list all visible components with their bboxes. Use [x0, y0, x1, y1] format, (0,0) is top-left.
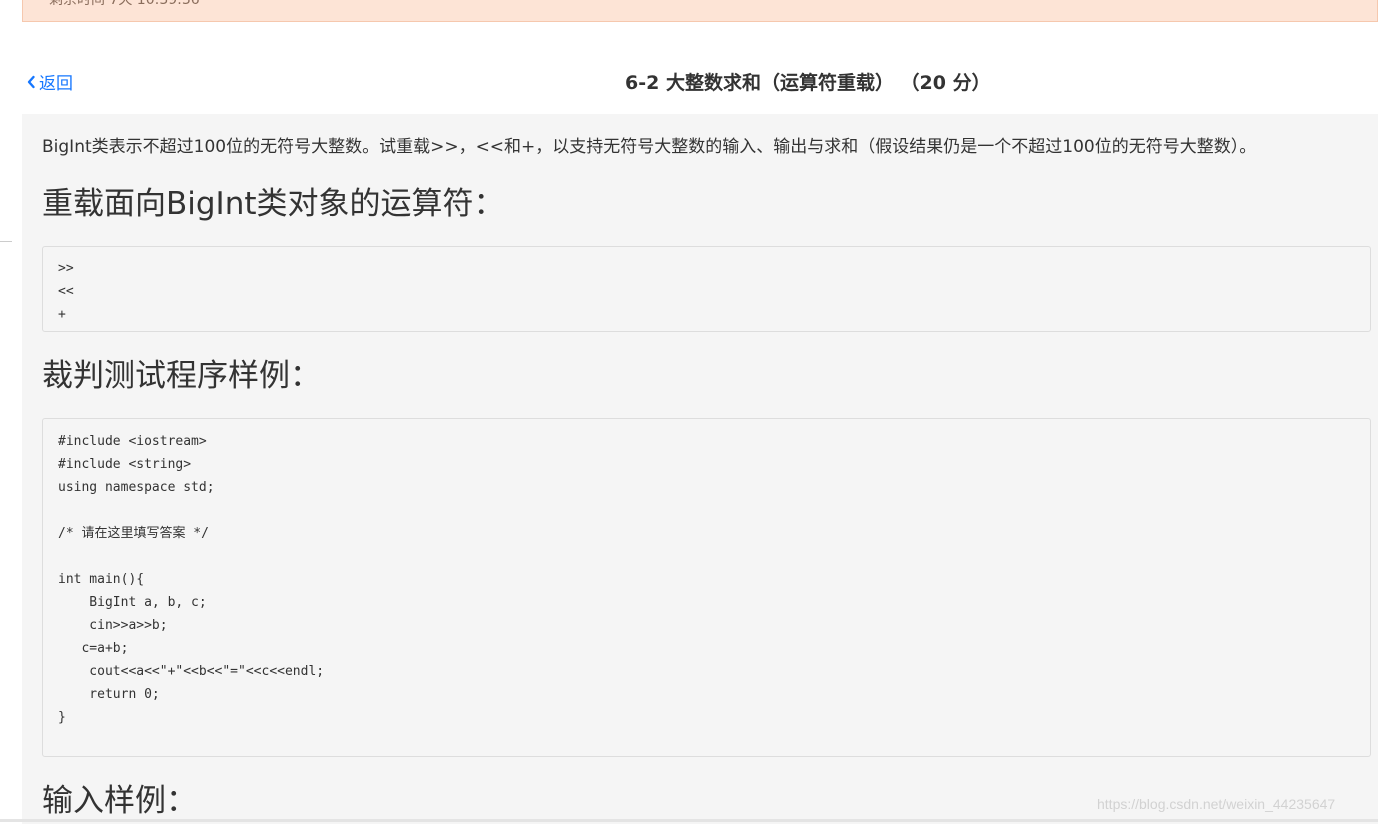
- problem-title: 6-2 大整数求和（运算符重载） （20 分）: [625, 72, 991, 94]
- back-button[interactable]: 返回: [26, 69, 73, 94]
- section-heading-operators: 重载面向BigInt类对象的运算符：: [42, 186, 505, 222]
- operators-code-block: >> << +: [42, 246, 1371, 332]
- time-remaining-banner: 剩余时间 7天 10:39:36: [22, 0, 1378, 22]
- divider: [0, 241, 12, 242]
- bottom-divider: [0, 819, 1378, 822]
- back-button-label: 返回: [39, 74, 73, 94]
- chevron-left-icon: [27, 75, 35, 88]
- sample-program-code-block: #include <iostream> #include <string> us…: [42, 418, 1371, 757]
- section-heading-sample-program: 裁判测试程序样例：: [42, 358, 321, 394]
- problem-header: 返回 6-2 大整数求和（运算符重载） （20 分）: [0, 60, 1378, 100]
- time-remaining-text: 剩余时间 7天 10:39:36: [49, 0, 200, 8]
- section-heading-input-sample: 输入样例：: [42, 783, 197, 819]
- watermark: https://blog.csdn.net/weixin_44235647: [1097, 796, 1336, 812]
- problem-intro: BigInt类表示不超过100位的无符号大整数。试重载>>，<<和+，以支持无符…: [42, 137, 1257, 157]
- problem-description: BigInt类表示不超过100位的无符号大整数。试重载>>，<<和+，以支持无符…: [22, 114, 1378, 824]
